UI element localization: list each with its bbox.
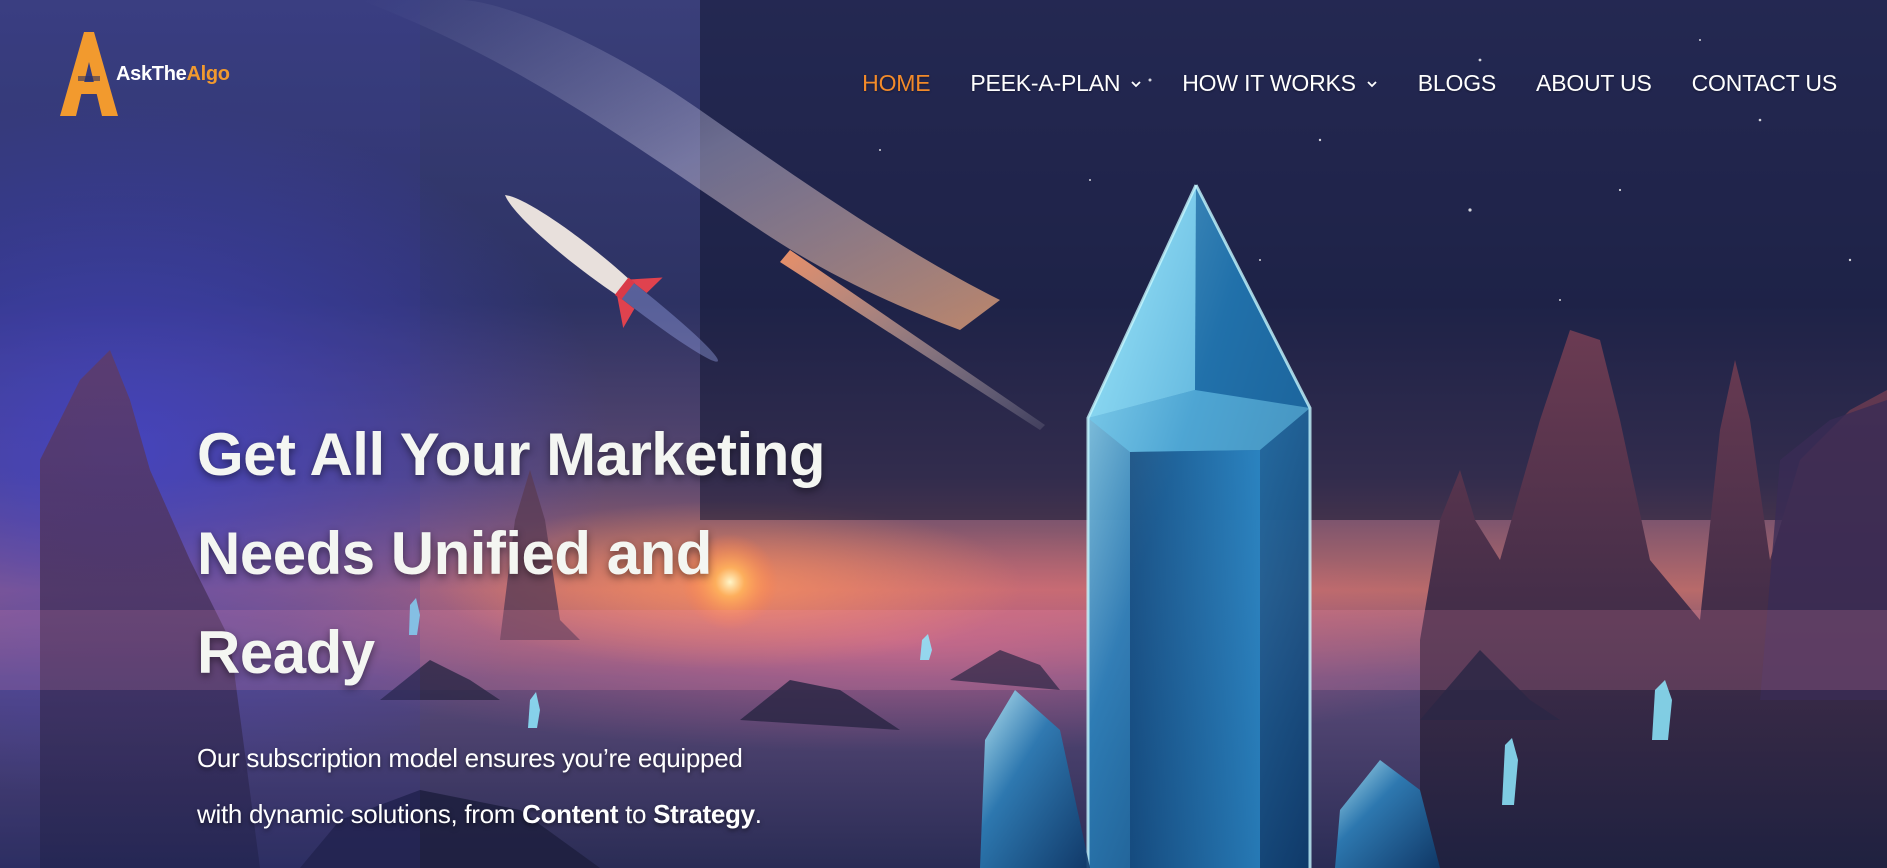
brand-name-part1: AskThe (116, 62, 187, 85)
brand-name: AskTheAlgo (116, 63, 230, 86)
nav-item-contact-us[interactable]: CONTACT US (1691, 70, 1838, 97)
nav-item-label: HOME (862, 70, 931, 96)
brand-logo[interactable]: AskTheAlgo (60, 32, 240, 116)
logo-mark-icon (60, 32, 118, 116)
hero-headline-line: Needs Unified and (197, 520, 712, 587)
hero-headline: Get All Your Marketing Needs Unified and… (197, 405, 837, 702)
chevron-down-icon (1367, 80, 1377, 87)
nav-item-label: HOW IT WORKS (1182, 70, 1356, 96)
hero-subheadline: Our subscription model ensures you’re eq… (197, 730, 837, 842)
hero-sub-line: Our subscription model ensures you’re eq… (197, 743, 743, 773)
brand-name-part2: Algo (186, 62, 230, 85)
nav-item-label: CONTACT US (1691, 70, 1838, 96)
hero-sub-text: . (754, 799, 762, 829)
hero-headline-line: Ready (197, 619, 375, 686)
main-navigation: HOME PEEK-A-PLAN HOW IT WORKS BLOGS ABOU… (822, 70, 1837, 97)
nav-item-label: PEEK-A-PLAN (970, 70, 1121, 96)
nav-item-about-us[interactable]: ABOUT US (1536, 70, 1652, 97)
hero-sub-bold-content: Content (522, 799, 619, 829)
nav-item-blogs[interactable]: BLOGS (1418, 70, 1496, 97)
nav-item-label: BLOGS (1417, 70, 1497, 96)
nav-item-home[interactable]: HOME (862, 70, 930, 97)
chevron-down-icon (1131, 80, 1141, 87)
hero-section: AskTheAlgo HOME PEEK-A-PLAN HOW IT WORKS… (0, 0, 1887, 868)
nav-item-label: ABOUT US (1536, 70, 1652, 96)
hero-sub-text: to (618, 799, 654, 829)
nav-item-peek-a-plan[interactable]: PEEK-A-PLAN (970, 70, 1142, 97)
hero-sub-bold-strategy: Strategy (653, 799, 755, 829)
hero-headline-line: Get All Your Marketing (197, 421, 826, 488)
hero-sub-text: with dynamic solutions, from (197, 799, 523, 829)
nav-item-how-it-works[interactable]: HOW IT WORKS (1182, 70, 1378, 97)
